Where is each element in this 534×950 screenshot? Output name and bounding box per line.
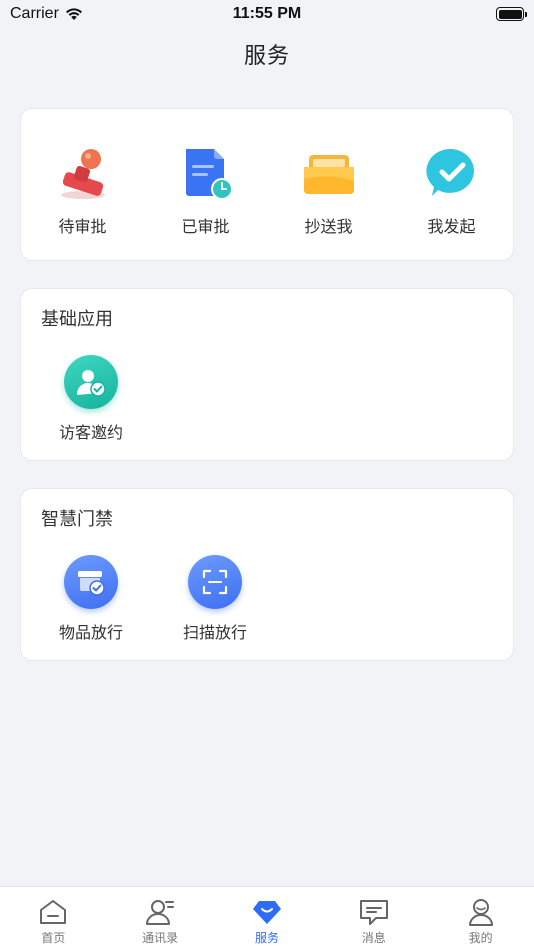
- basic-apps-card: 基础应用 访客邀约: [20, 288, 514, 461]
- visitor-invite-item[interactable]: 访客邀约: [41, 355, 141, 443]
- page-title: 服务: [243, 44, 290, 69]
- package-check-icon: [64, 555, 118, 609]
- item-release-label: 物品放行: [58, 623, 123, 642]
- tab-services[interactable]: 服务: [214, 887, 320, 946]
- user-icon: [468, 899, 493, 926]
- chat-check-icon: [425, 148, 474, 196]
- tab-home-label: 首页: [41, 931, 66, 945]
- diamond-icon: [252, 901, 281, 924]
- scan-release-item[interactable]: 扫描放行: [165, 555, 265, 643]
- tab-messages[interactable]: 消息: [321, 887, 427, 946]
- stamp-icon: [60, 149, 105, 199]
- tab-profile-label: 我的: [468, 931, 493, 945]
- tab-contacts-label: 通讯录: [142, 931, 179, 945]
- battery-icon: [496, 7, 527, 21]
- status-time: 11:55 PM: [232, 5, 302, 22]
- tab-home[interactable]: 首页: [0, 887, 106, 946]
- initiated-item[interactable]: 我发起: [402, 145, 502, 237]
- carrier-label: Carrier: [10, 5, 59, 22]
- wifi-icon: [65, 8, 82, 20]
- smart-gate-title: 智慧门禁: [41, 509, 113, 530]
- approved-item[interactable]: 已审批: [156, 145, 256, 237]
- status-left: Carrier: [10, 5, 83, 23]
- contacts-icon: [146, 900, 175, 925]
- tab-profile[interactable]: 我的: [428, 887, 534, 946]
- item-release-item[interactable]: 物品放行: [41, 555, 141, 643]
- visitor-invite-label: 访客邀约: [58, 423, 123, 442]
- cc-me-label: 抄送我: [304, 217, 353, 236]
- basic-apps-title: 基础应用: [41, 309, 113, 330]
- cc-me-item[interactable]: 抄送我: [279, 145, 379, 237]
- initiated-label: 我发起: [427, 217, 476, 236]
- approved-label: 已审批: [181, 217, 230, 236]
- pending-approval-label: 待审批: [58, 217, 107, 236]
- tab-messages-label: 消息: [361, 931, 386, 945]
- visitor-icon: [64, 355, 118, 409]
- message-icon: [359, 900, 388, 925]
- scan-release-label: 扫描放行: [182, 623, 247, 642]
- tab-contacts[interactable]: 通讯录: [107, 887, 213, 946]
- home-icon: [40, 900, 67, 924]
- smart-gate-card: 智慧门禁 物品放行 扫描放行: [20, 488, 514, 661]
- document-clock-icon: [185, 149, 233, 200]
- pending-approval-item[interactable]: 待审批: [33, 145, 133, 237]
- approvals-card: 待审批 已审批 抄送我 我发起: [20, 108, 514, 261]
- tab-services-label: 服务: [254, 931, 279, 945]
- scan-icon: [188, 555, 242, 609]
- status-bar: Carrier 11:55 PM: [0, 0, 534, 28]
- folder-icon: [303, 155, 354, 194]
- tab-bar: 首页 通讯录 服务 消息 我的: [0, 886, 534, 950]
